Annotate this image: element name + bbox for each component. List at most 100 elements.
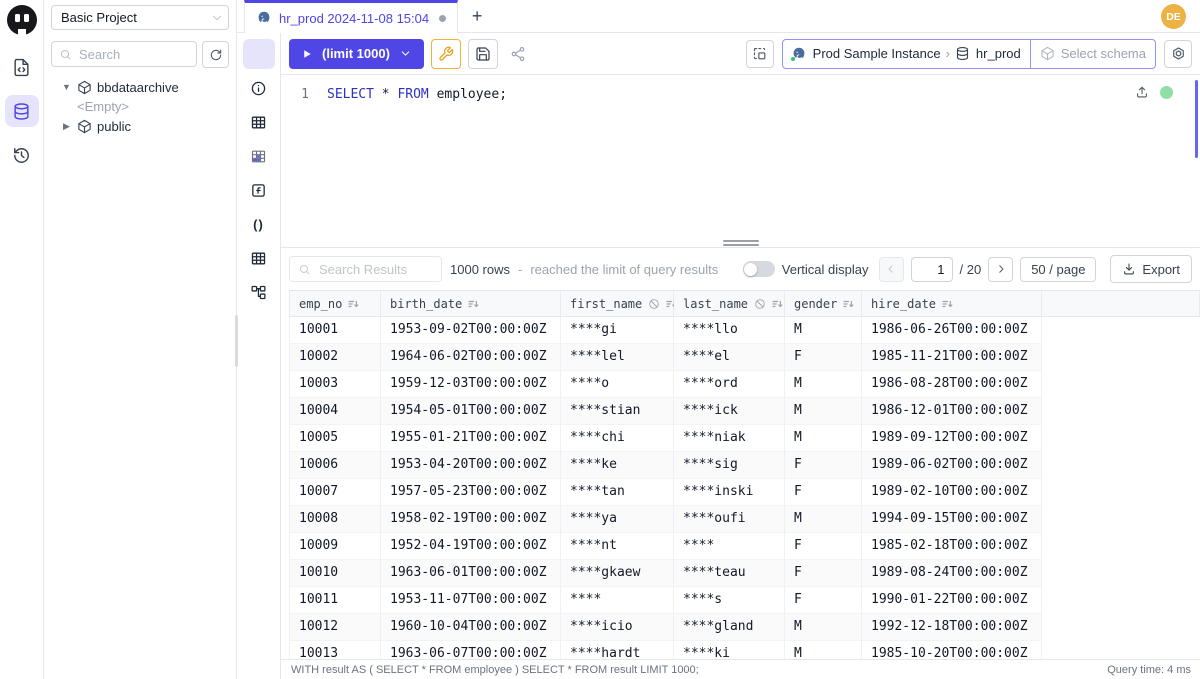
parentheses-button[interactable]: () — [243, 209, 275, 239]
cell[interactable]: 1989-09-12T00:00:00Z — [862, 425, 1042, 452]
cell[interactable]: ****icio — [561, 614, 674, 641]
cell[interactable]: M — [785, 614, 862, 641]
cell[interactable]: 10013 — [289, 641, 381, 659]
cell[interactable]: 1953-04-20T00:00:00Z — [381, 452, 561, 479]
table-button[interactable] — [243, 107, 275, 137]
format-sql-button[interactable] — [431, 39, 461, 69]
function-button[interactable] — [243, 175, 275, 205]
refresh-button[interactable] — [202, 41, 229, 68]
tab-hr-prod[interactable]: hr_prod 2024-11-08 15:04 — [244, 0, 458, 33]
cell[interactable]: 1963-06-01T00:00:00Z — [381, 560, 561, 587]
cell[interactable]: ****gkaew — [561, 560, 674, 587]
cell[interactable]: 1952-04-19T00:00:00Z — [381, 533, 561, 560]
cell[interactable]: ****nt — [561, 533, 674, 560]
sidebar-search-input[interactable] — [77, 46, 189, 63]
cell[interactable]: 1989-08-24T00:00:00Z — [862, 560, 1042, 587]
cell[interactable]: 1958-02-19T00:00:00Z — [381, 506, 561, 533]
cell[interactable]: ****s — [674, 587, 785, 614]
code-editor-button[interactable] — [243, 39, 275, 69]
cell[interactable]: F — [785, 452, 862, 479]
info-button[interactable] — [243, 73, 275, 103]
cell[interactable]: 1990-01-22T00:00:00Z — [862, 587, 1042, 614]
column-header-birth_date[interactable]: birth_date — [381, 290, 561, 317]
cell[interactable]: ****stian — [561, 398, 674, 425]
cell[interactable]: ****el — [674, 344, 785, 371]
cell[interactable]: ****niak — [674, 425, 785, 452]
cell[interactable]: ****sig — [674, 452, 785, 479]
cell[interactable]: ****ki — [674, 641, 785, 659]
cell[interactable]: **** — [561, 587, 674, 614]
cell[interactable]: ****inski — [674, 479, 785, 506]
cell[interactable]: 1957-05-23T00:00:00Z — [381, 479, 561, 506]
cell[interactable]: 10007 — [289, 479, 381, 506]
cell[interactable]: F — [785, 560, 862, 587]
run-query-button[interactable]: (limit 1000) — [289, 39, 424, 69]
cell[interactable]: 1992-12-18T00:00:00Z — [862, 614, 1042, 641]
prev-page-button[interactable] — [879, 257, 904, 282]
cell[interactable]: ****o — [561, 371, 674, 398]
cell[interactable]: F — [785, 479, 862, 506]
cell[interactable]: 1959-12-03T00:00:00Z — [381, 371, 561, 398]
project-select[interactable]: Basic Project — [51, 5, 229, 30]
cell[interactable]: 10006 — [289, 452, 381, 479]
cell[interactable]: ****ya — [561, 506, 674, 533]
cell[interactable]: 10002 — [289, 344, 381, 371]
cell[interactable]: ****ord — [674, 371, 785, 398]
cell[interactable]: ****gi — [561, 317, 674, 344]
cell[interactable]: F — [785, 344, 862, 371]
cell[interactable]: ****teau — [674, 560, 785, 587]
column-header-hire_date[interactable]: hire_date — [862, 290, 1042, 317]
new-tab-button[interactable]: + — [463, 3, 491, 29]
cell[interactable]: 1953-09-02T00:00:00Z — [381, 317, 561, 344]
cell[interactable]: 10009 — [289, 533, 381, 560]
schema-select[interactable]: Select schema — [1030, 40, 1155, 68]
caret-down-icon[interactable]: ▼ — [61, 82, 72, 92]
cell[interactable]: M — [785, 317, 862, 344]
cell[interactable]: 1986-06-26T00:00:00Z — [862, 317, 1042, 344]
column-header-emp_no[interactable]: emp_no — [289, 290, 381, 317]
sql-editor[interactable]: 1 SELECT * FROM employee; — [281, 75, 1200, 238]
cell[interactable]: **** — [674, 533, 785, 560]
tree-item-public[interactable]: ▶public — [51, 116, 229, 136]
user-avatar[interactable]: DE — [1161, 4, 1186, 29]
cell[interactable]: M — [785, 641, 862, 659]
upload-icon[interactable] — [1135, 85, 1149, 99]
cell[interactable]: 1954-05-01T00:00:00Z — [381, 398, 561, 425]
cell[interactable]: ****ick — [674, 398, 785, 425]
cell[interactable]: 1955-01-21T00:00:00Z — [381, 425, 561, 452]
bytebase-logo[interactable] — [7, 5, 37, 35]
cell[interactable]: 1985-02-18T00:00:00Z — [862, 533, 1042, 560]
cell[interactable]: 10012 — [289, 614, 381, 641]
cell[interactable]: ****gland — [674, 614, 785, 641]
cell[interactable]: 1985-10-20T00:00:00Z — [862, 641, 1042, 659]
database-nav-button[interactable] — [5, 95, 39, 127]
page-number-input[interactable] — [911, 257, 953, 282]
cell[interactable]: ****lel — [561, 344, 674, 371]
cell[interactable]: ****ke — [561, 452, 674, 479]
editor-scrollbar[interactable] — [1195, 80, 1198, 158]
cell[interactable]: 10001 — [289, 317, 381, 344]
column-header-first_name[interactable]: first_name — [561, 290, 674, 317]
cell[interactable]: 10003 — [289, 371, 381, 398]
cell[interactable]: M — [785, 371, 862, 398]
batch-mode-button[interactable] — [746, 40, 774, 68]
cell[interactable]: F — [785, 533, 862, 560]
pivot-table-button[interactable] — [243, 141, 275, 171]
cell[interactable]: M — [785, 425, 862, 452]
export-button[interactable]: Export — [1110, 255, 1192, 283]
cell[interactable]: 10005 — [289, 425, 381, 452]
cell[interactable]: 1986-08-28T00:00:00Z — [862, 371, 1042, 398]
cell[interactable]: 10004 — [289, 398, 381, 425]
cell[interactable]: 1953-11-07T00:00:00Z — [381, 587, 561, 614]
cell[interactable]: 1994-09-15T00:00:00Z — [862, 506, 1042, 533]
next-page-button[interactable] — [988, 257, 1013, 282]
cell[interactable]: F — [785, 587, 862, 614]
worksheet-nav-button[interactable] — [5, 51, 39, 83]
tree-item-bbdataarchive[interactable]: ▼bbdataarchive — [51, 77, 229, 97]
cell[interactable]: 1989-06-02T00:00:00Z — [862, 452, 1042, 479]
save-button[interactable] — [468, 39, 498, 69]
cell[interactable]: ****hardt — [561, 641, 674, 659]
cell[interactable]: 1964-06-02T00:00:00Z — [381, 344, 561, 371]
cell[interactable]: 1960-10-04T00:00:00Z — [381, 614, 561, 641]
instance-database-select[interactable]: Prod Sample Instance › hr_prod — [783, 40, 1030, 68]
